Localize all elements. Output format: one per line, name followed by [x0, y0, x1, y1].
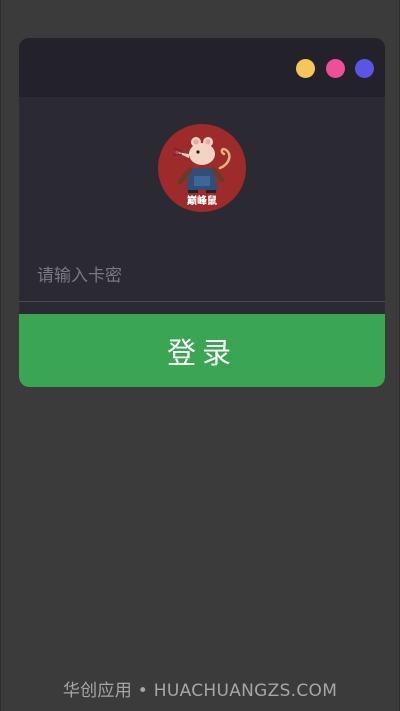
rat-mascot-icon: 巅峰鼠 — [172, 137, 231, 207]
title-bar — [19, 38, 385, 97]
logo-text: 巅峰鼠 — [187, 194, 217, 207]
card-key-field — [19, 250, 385, 302]
pink-dot[interactable] — [326, 59, 345, 78]
footer-text: 华创应用 • HUACHUANGZS.COM — [62, 681, 338, 701]
purple-dot[interactable] — [355, 59, 374, 78]
yellow-dot[interactable] — [296, 59, 315, 78]
app-screen: 巅峰鼠 登录 华创应用 • HUACHUANGZS.COM — [0, 0, 400, 711]
login-button[interactable]: 登录 — [19, 314, 385, 387]
login-card: 巅峰鼠 登录 — [19, 38, 385, 387]
logo: 巅峰鼠 — [158, 124, 246, 212]
card-key-input[interactable] — [19, 250, 385, 301]
